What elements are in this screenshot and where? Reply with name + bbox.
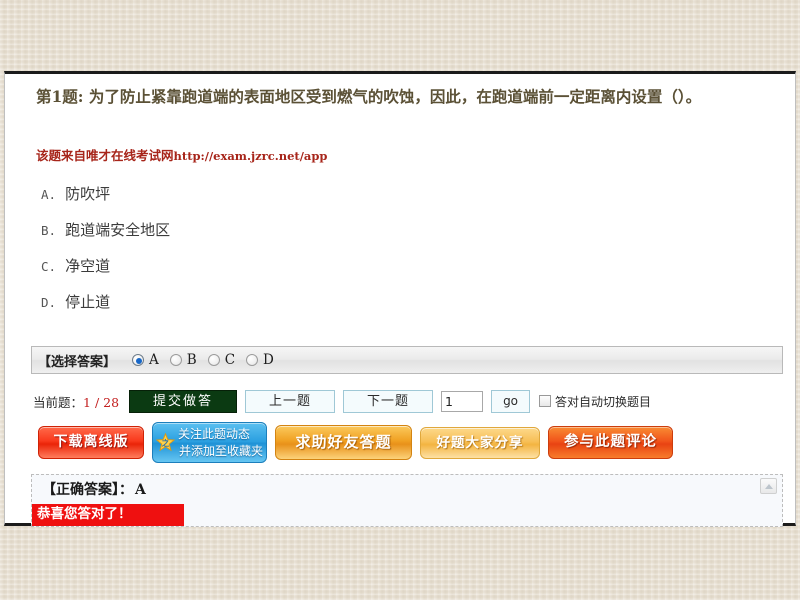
ask-friend-button[interactable]: 求助好友答题 (275, 425, 412, 460)
star-icon: 之 (155, 432, 176, 452)
option-text: 净空道 (65, 257, 111, 275)
answer-radio-label: B (186, 352, 197, 368)
collapse-arrow-icon[interactable] (760, 478, 777, 494)
submit-answer-button[interactable]: 提交做答 (129, 389, 238, 413)
auto-next-checkbox[interactable] (539, 395, 552, 407)
prev-question-button[interactable]: 上一题 (245, 389, 336, 413)
question-stem: 第1题: 为了防止紧靠跑道端的表面地区受到燃气的吹蚀，因此，在跑道端前一定距离内… (36, 87, 702, 106)
radio-dot-icon[interactable] (246, 354, 259, 366)
follow-question-button[interactable]: 之 关注此题动态 并添加至收藏夹 (152, 422, 267, 463)
answer-radio-group: A B C D (132, 352, 285, 368)
result-box: 【正确答案】： A 恭喜您答对了！ (31, 474, 783, 527)
current-question-count: 1 / 28 (83, 394, 120, 410)
current-question-counter: 当前题：1 / 28 (33, 392, 119, 411)
option-letter: D. (41, 295, 57, 310)
answer-radio-b[interactable]: B (169, 352, 197, 368)
option-text: 防吹坪 (65, 185, 111, 203)
answer-radio-a[interactable]: A (132, 352, 159, 368)
next-question-button[interactable]: 下一题 (343, 389, 434, 413)
auto-next-label: 答对自动切换题目 (555, 394, 652, 409)
comment-question-button[interactable]: 参与此题评论 (548, 426, 673, 459)
correct-answer-label: 【正确答案】： (42, 482, 133, 498)
answer-select-bar: 【选择答案】 A B C D (31, 346, 783, 374)
answer-radio-label: A (149, 352, 159, 368)
question-content-panel: 第1题: 为了防止紧靠跑道端的表面地区受到燃气的吹蚀，因此，在跑道端前一定距离内… (4, 71, 796, 527)
correct-answer-value: A (135, 482, 146, 498)
option-row-b[interactable]: B. 跑道端安全地区 (41, 212, 641, 248)
go-button[interactable]: go (491, 389, 531, 413)
source-site-name: 该题来自唯才在线考试网 (36, 148, 174, 163)
option-text: 停止道 (65, 293, 111, 311)
answer-radio-label: D (263, 352, 274, 368)
navigation-toolbar: 当前题：1 / 28 提交做答 上一题 下一题 go 答对自动切换题目 (33, 389, 651, 413)
source-url-link[interactable]: http://exam.jzrc.net/app (174, 149, 328, 163)
answer-radio-d[interactable]: D (246, 352, 274, 368)
options-list: A. 防吹坪 B. 跑道端安全地区 C. 净空道 D. 停止道 (41, 176, 641, 320)
answer-radio-label: C (224, 352, 236, 368)
svg-text:之: 之 (162, 437, 170, 447)
option-text: 跑道端安全地区 (65, 221, 171, 239)
option-row-d[interactable]: D. 停止道 (41, 284, 641, 320)
follow-line-1: 关注此题动态 (178, 426, 251, 441)
action-buttons-row: 下载离线版 之 关注此题动态 并添加至收藏夹 求助好友答题 好题大家分享 参与此… (38, 422, 673, 463)
option-letter: B. (41, 223, 57, 238)
option-letter: C. (41, 259, 57, 274)
option-row-c[interactable]: C. 净空道 (41, 248, 641, 284)
answer-radio-c[interactable]: C (207, 352, 236, 368)
follow-question-text: 关注此题动态 并添加至收藏夹 (178, 426, 266, 460)
jump-to-question-input[interactable] (441, 390, 484, 412)
radio-dot-icon[interactable] (169, 354, 182, 366)
auto-next-toggle[interactable]: 答对自动切换题目 (539, 393, 651, 410)
question-source-line: 该题来自唯才在线考试网http://exam.jzrc.net/app (36, 145, 327, 164)
current-question-label: 当前题： (33, 394, 84, 410)
share-question-button[interactable]: 好题大家分享 (420, 427, 540, 459)
option-row-a[interactable]: A. 防吹坪 (41, 176, 641, 212)
follow-line-2: 并添加至收藏夹 (178, 443, 263, 458)
answer-select-label: 【选择答案】 (38, 354, 117, 370)
download-offline-button[interactable]: 下载离线版 (38, 426, 144, 459)
radio-dot-icon[interactable] (132, 354, 145, 366)
correct-answer-line: 【正确答案】： A (42, 479, 146, 499)
radio-dot-icon[interactable] (207, 354, 220, 366)
option-letter: A. (41, 187, 57, 202)
result-banner: 恭喜您答对了！ (32, 504, 184, 526)
